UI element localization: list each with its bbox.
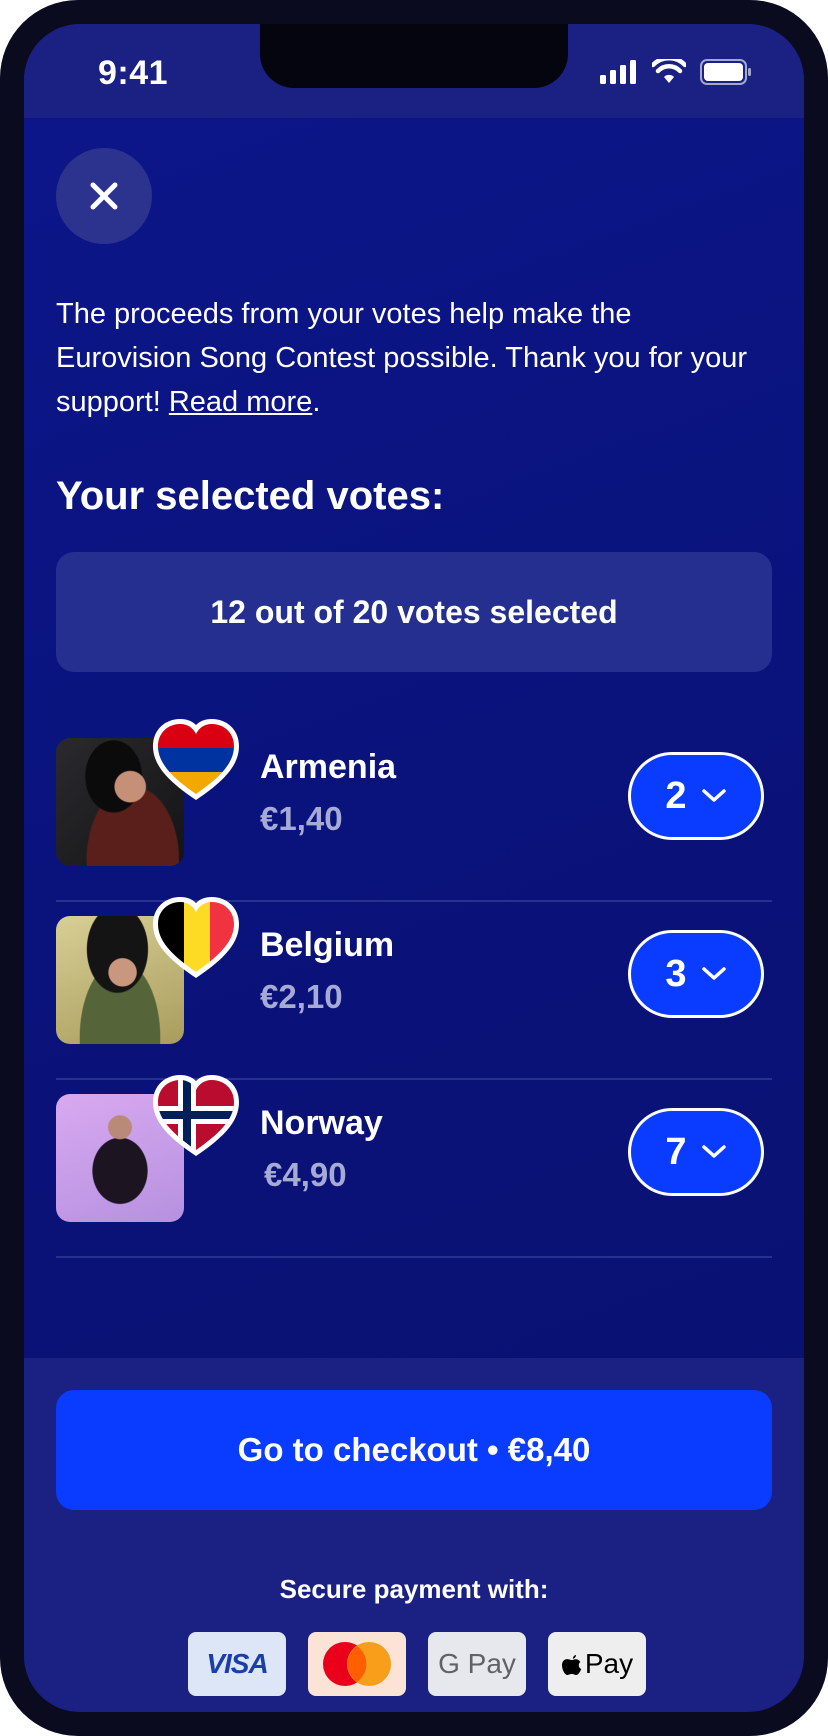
checkout-button[interactable]: Go to checkout • €8,40 xyxy=(56,1390,772,1510)
battery-icon xyxy=(700,59,751,85)
chevron-down-icon xyxy=(701,1145,726,1158)
vote-row-belgium: Belgium €2,10 3 xyxy=(56,897,772,1080)
notch xyxy=(260,24,568,88)
intro-suffix: . xyxy=(312,386,321,418)
mastercard-icon xyxy=(323,1642,391,1686)
quantity-dropdown-norway[interactable]: 7 xyxy=(628,1108,764,1196)
quantity-value: 2 xyxy=(665,774,687,817)
status-icons xyxy=(600,58,752,86)
google-pay-logo: G Pay xyxy=(428,1632,526,1696)
mastercard-logo xyxy=(308,1632,406,1696)
chevron-down-icon xyxy=(701,789,726,802)
status-time: 9:41 xyxy=(98,54,169,92)
intro-body: The proceeds from your votes help make t… xyxy=(56,298,748,418)
close-button[interactable] xyxy=(56,148,152,244)
visa-logo: VISA xyxy=(188,1632,286,1696)
country-price: €4,90 xyxy=(264,1156,347,1193)
status-bar: 9:41 xyxy=(24,24,804,118)
checkout-footer: Go to checkout • €8,40 Secure payment wi… xyxy=(24,1358,804,1712)
payment-methods: VISA G Pay Pay xyxy=(188,1632,646,1696)
chevron-down-icon xyxy=(701,967,726,980)
belgium-flag-heart-icon xyxy=(153,897,239,978)
cellular-signal-icon xyxy=(600,60,636,84)
read-more-link[interactable]: Read more xyxy=(169,386,312,418)
intro-text: The proceeds from your votes help make t… xyxy=(56,292,756,424)
apple-icon xyxy=(561,1655,582,1675)
wifi-icon xyxy=(652,59,686,83)
country-price: €1,40 xyxy=(260,800,343,837)
country-name: Armenia xyxy=(260,748,397,786)
country-price: €2,10 xyxy=(260,978,343,1015)
armenia-flag-heart-icon xyxy=(153,719,239,800)
secure-payment-label: Secure payment with: xyxy=(279,1574,549,1604)
vote-row-armenia: Armenia €1,40 2 xyxy=(56,719,772,902)
phone-frame: 9:41 The proceeds from your votes help m… xyxy=(0,0,828,1736)
country-name: Norway xyxy=(260,1104,383,1142)
apple-pay-logo: Pay xyxy=(548,1632,646,1696)
section-title: Your selected votes: xyxy=(56,474,445,518)
vote-row-norway: Norway €4,90 7 xyxy=(56,1075,772,1258)
quantity-dropdown-armenia[interactable]: 2 xyxy=(628,752,764,840)
close-icon xyxy=(90,182,118,210)
quantity-value: 3 xyxy=(665,952,687,995)
norway-flag-heart-icon xyxy=(153,1075,239,1156)
votes-counter: 12 out of 20 votes selected xyxy=(56,552,772,672)
quantity-dropdown-belgium[interactable]: 3 xyxy=(628,930,764,1018)
quantity-value: 7 xyxy=(665,1130,687,1173)
country-name: Belgium xyxy=(260,926,395,964)
vote-summary-screen: 9:41 The proceeds from your votes help m… xyxy=(24,24,804,1712)
